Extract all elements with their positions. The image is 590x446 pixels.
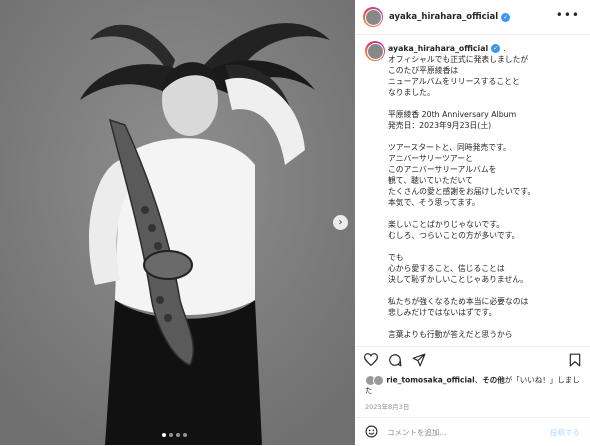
- post-image[interactable]: ›: [0, 0, 355, 445]
- photo-illustration: [0, 0, 355, 445]
- bookmark-icon[interactable]: [569, 353, 581, 367]
- comment-bar: コメントを追加... 投稿する: [355, 417, 590, 446]
- comment-icon[interactable]: [388, 353, 402, 367]
- slide-dot: [162, 433, 166, 437]
- caption-text: ayaka_hirahara_official ✓ . オフィシャルでも正式に発…: [388, 43, 584, 341]
- caption-line: アニバーサリーツアーと: [388, 154, 473, 163]
- caption-line: 平原綾香 20th Anniversary Album: [388, 110, 517, 119]
- caption-line: [388, 208, 584, 219]
- caption-line: 本気で、そう思ってます。: [388, 198, 480, 207]
- post-actions: [355, 346, 590, 371]
- caption-line: なりました。: [388, 88, 435, 97]
- caption-line: 観て、聴いていただいて: [388, 176, 473, 185]
- slide-dot: [183, 433, 187, 437]
- caption-line: でも: [388, 253, 404, 262]
- verified-badge-icon: ✓: [501, 12, 511, 22]
- slide-dot: [169, 433, 173, 437]
- post-header: ayaka_hirahara_official ✓ •••: [355, 0, 590, 35]
- caption-line: 決して恥ずかしいことじゃありません。: [388, 275, 528, 284]
- post-comment-button[interactable]: 投稿する: [550, 427, 580, 438]
- liker-avatar: [373, 375, 384, 386]
- caption-line: 悲しみだけではないはずです。: [388, 308, 497, 317]
- next-slide-button[interactable]: ›: [333, 215, 348, 230]
- caption-line: オフィシャルでも正式に発表しましたが: [388, 55, 529, 64]
- verified-badge-icon: ✓: [491, 44, 501, 53]
- caption-line: [388, 98, 584, 109]
- username-link[interactable]: ayaka_hirahara_official: [389, 12, 498, 22]
- caption-line: [388, 131, 584, 142]
- liker-username-link[interactable]: rie_tomosaka_official: [386, 376, 474, 385]
- likes-summary: rie_tomosaka_official、その他が「いいね！」しました: [365, 375, 585, 396]
- caption-line: たくさんの愛と感謝をお届けしたいです。: [388, 187, 536, 196]
- caption-dot: .: [503, 44, 506, 53]
- share-icon[interactable]: [412, 353, 426, 367]
- caption-line: これからも奏で続けようと思います。: [388, 340, 584, 341]
- caption-line: ニューアルバムをリリースすることと: [388, 77, 520, 86]
- caption-area: ayaka_hirahara_official ✓ . オフィシャルでも正式に発…: [355, 36, 590, 341]
- likes-others-link[interactable]: その他: [482, 376, 505, 385]
- caption-line: 私たちが強くなるため本当に必要なのは: [388, 297, 529, 306]
- caption-username-link[interactable]: ayaka_hirahara_official: [388, 43, 488, 54]
- post-date[interactable]: 2023年8月3日: [365, 401, 409, 411]
- caption-line: [388, 241, 584, 252]
- caption-line: 言葉よりも行動が答えだと思うから: [388, 330, 513, 339]
- like-heart-icon[interactable]: [364, 353, 378, 366]
- caption-line: 発売日：2023年9月23日(土): [388, 121, 492, 130]
- caption-line: むしろ、つらいことの方が多いです。: [388, 231, 520, 240]
- slide-indicator: [162, 433, 187, 437]
- post-side-panel: ayaka_hirahara_official ✓ ••• ayaka_hira…: [355, 0, 590, 445]
- caption-line: ツアースタートと、同時発売です。: [388, 143, 511, 152]
- emoji-icon[interactable]: [365, 425, 378, 438]
- caption-line: 楽しいことばかりじゃないです。: [388, 220, 505, 229]
- caption-line: [388, 285, 584, 296]
- caption-line: [388, 318, 584, 329]
- avatar[interactable]: [363, 7, 383, 27]
- comment-input[interactable]: コメントを追加...: [387, 427, 447, 438]
- more-options-icon[interactable]: •••: [556, 8, 580, 22]
- slide-dot: [176, 433, 180, 437]
- caption-line: このアニバーサリーアルバムを: [388, 165, 497, 174]
- caption-line: 心から愛すること、信じることは: [388, 264, 505, 273]
- caption-avatar[interactable]: [365, 41, 385, 61]
- caption-line: このたび平原綾香は: [388, 66, 459, 75]
